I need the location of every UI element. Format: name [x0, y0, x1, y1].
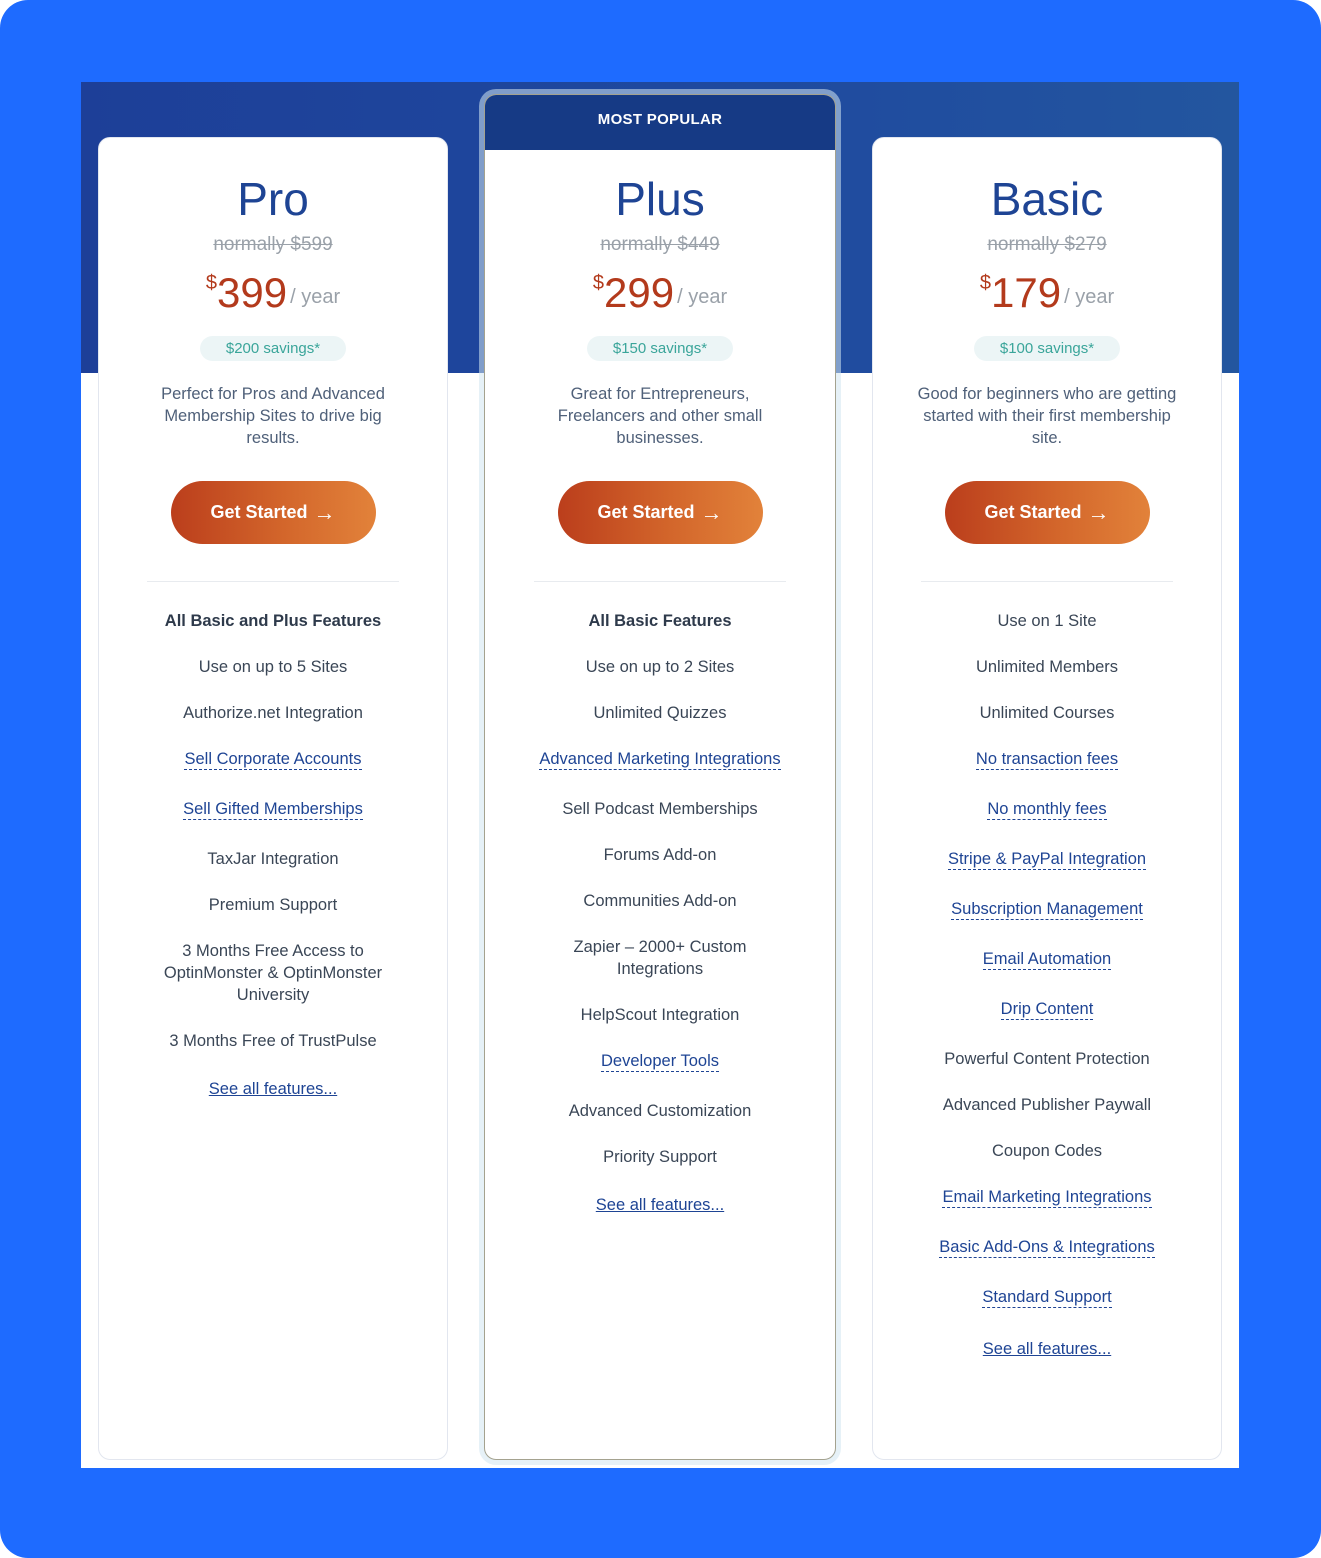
feature-tooltip-link[interactable]: Stripe & PayPal Integration	[947, 850, 1147, 870]
original-price: normally $279	[987, 234, 1107, 255]
arrow-right-icon: →	[313, 499, 336, 525]
feature-item: Priority Support	[603, 1148, 717, 1166]
plan-card-pro: Pro normally $599 $ 399 / year $200 savi…	[98, 137, 448, 1460]
feature-item: Advanced Customization	[568, 1102, 752, 1120]
feature-tooltip-link[interactable]: Subscription Management	[951, 900, 1143, 920]
plan-description: Great for Entrepreneurs, Freelancers and…	[557, 385, 763, 447]
original-price: normally $599	[213, 234, 333, 255]
feature-item: Unlimited Courses	[979, 704, 1115, 722]
feature-item: Authorize.net Integration	[183, 704, 363, 722]
feature-item: All Basic and Plus Features	[164, 612, 382, 630]
plan-description: Good for beginners who are getting start…	[917, 385, 1177, 447]
feature-item: All Basic Features	[588, 612, 732, 630]
feature-item: Use on up to 2 Sites	[585, 658, 735, 676]
feature-item-link[interactable]: Stripe & PayPal Integration	[922, 848, 1172, 870]
plan-card-basic: Basic normally $279 $ 179 / year $100 sa…	[872, 137, 1222, 1460]
feature-item-link[interactable]: Subscription Management	[922, 898, 1172, 920]
savings-badge: $100 savings*	[973, 336, 1121, 361]
most-popular-badge: MOST POPULAR	[485, 95, 835, 150]
feature-tooltip-link[interactable]: No transaction fees	[975, 750, 1119, 770]
feature-item-link[interactable]: Developer Tools	[535, 1050, 785, 1072]
feature-item: Premium Support	[208, 896, 338, 914]
feature-item: Use on up to 5 Sites	[198, 658, 348, 676]
price: $ 399 / year	[99, 270, 447, 318]
feature-tooltip-link[interactable]: Email Marketing Integrations	[942, 1188, 1152, 1208]
get-started-button[interactable]: Get Started →	[557, 481, 763, 544]
feature-item-link[interactable]: Email Automation	[922, 948, 1172, 970]
price-period: / year	[290, 286, 341, 308]
feature-tooltip-link[interactable]: Advanced Marketing Integrations	[539, 750, 781, 770]
feature-item-link[interactable]: Sell Corporate Accounts	[148, 748, 398, 770]
feature-item: 3 Months Free of TrustPulse	[169, 1032, 377, 1050]
page-frame: Pro normally $599 $ 399 / year $200 savi…	[0, 0, 1321, 1558]
see-all-features-link[interactable]: See all features...	[983, 1340, 1111, 1359]
feature-item: Unlimited Members	[975, 658, 1119, 676]
feature-list: All Basic Features Use on up to 2 Sites Un…	[485, 610, 835, 1168]
feature-item: TaxJar Integration	[207, 850, 339, 868]
divider	[921, 581, 1173, 582]
feature-item: Forums Add-on	[603, 846, 717, 864]
original-price: normally $449	[600, 234, 720, 255]
feature-item-link[interactable]: Sell Gifted Memberships	[148, 798, 398, 820]
see-all-features-link[interactable]: See all features...	[596, 1196, 724, 1215]
arrow-right-icon: →	[700, 499, 723, 525]
feature-item-link[interactable]: Email Marketing Integrations	[922, 1186, 1172, 1208]
price-period: / year	[1064, 286, 1115, 308]
feature-item: HelpScout Integration	[580, 1006, 740, 1024]
feature-item: Advanced Publisher Paywall	[942, 1096, 1152, 1114]
cta-label: Get Started	[984, 502, 1082, 522]
see-all-features-link[interactable]: See all features...	[209, 1080, 337, 1099]
cta-label: Get Started	[597, 502, 695, 522]
price: $ 299 / year	[485, 270, 835, 318]
feature-item: 3 Months Free Access to OptinMonster & O…	[163, 942, 383, 1004]
feature-item: Sell Podcast Memberships	[562, 800, 758, 818]
feature-item-link[interactable]: Drip Content	[922, 998, 1172, 1020]
feature-tooltip-link[interactable]: No monthly fees	[987, 800, 1107, 820]
divider	[147, 581, 399, 582]
feature-item-link[interactable]: No monthly fees	[922, 798, 1172, 820]
get-started-button[interactable]: Get Started →	[170, 481, 376, 544]
feature-item: Unlimited Quizzes	[593, 704, 727, 722]
plan-card-plus: MOST POPULAR Plus normally $449 $ 299 / …	[484, 94, 836, 1460]
price-amount: 179	[991, 269, 1062, 316]
feature-tooltip-link[interactable]: Developer Tools	[600, 1052, 719, 1072]
feature-tooltip-link[interactable]: Sell Gifted Memberships	[183, 800, 363, 820]
arrow-right-icon: →	[1087, 499, 1110, 525]
plan-description: Perfect for Pros and Advanced Membership…	[161, 385, 385, 447]
price-amount: 399	[217, 269, 288, 316]
currency-symbol: $	[979, 272, 991, 294]
price: $ 179 / year	[873, 270, 1221, 318]
divider	[534, 581, 786, 582]
currency-symbol: $	[592, 272, 604, 294]
feature-tooltip-link[interactable]: Drip Content	[1000, 1000, 1094, 1020]
feature-item: Zapier – 2000+ Custom Integrations	[573, 938, 747, 978]
feature-item-link[interactable]: Advanced Marketing Integrations	[535, 748, 785, 770]
feature-item-link[interactable]: Standard Support	[922, 1286, 1172, 1308]
feature-item: Communities Add-on	[583, 892, 737, 910]
feature-tooltip-link[interactable]: Standard Support	[982, 1288, 1112, 1308]
feature-tooltip-link[interactable]: Sell Corporate Accounts	[184, 750, 362, 770]
plan-name: Pro	[237, 173, 309, 225]
plan-name: Basic	[990, 173, 1104, 225]
feature-list: Use on 1 Site Unlimited Members Unlimited …	[873, 610, 1221, 1308]
feature-tooltip-link[interactable]: Basic Add-Ons & Integrations	[939, 1238, 1155, 1258]
feature-list: All Basic and Plus Features Use on up to …	[99, 610, 447, 1052]
feature-tooltip-link[interactable]: Email Automation	[982, 950, 1112, 970]
feature-item: Powerful Content Protection	[944, 1050, 1150, 1068]
feature-item: Use on 1 Site	[997, 612, 1097, 630]
currency-symbol: $	[205, 272, 217, 294]
feature-item: Coupon Codes	[991, 1142, 1103, 1160]
price-period: / year	[677, 286, 728, 308]
price-amount: 299	[604, 269, 675, 316]
cta-label: Get Started	[210, 502, 308, 522]
plan-name: Plus	[615, 173, 705, 225]
get-started-button[interactable]: Get Started →	[944, 481, 1150, 544]
savings-badge: $150 savings*	[586, 336, 734, 361]
savings-badge: $200 savings*	[199, 336, 347, 361]
pricing-section: Pro normally $599 $ 399 / year $200 savi…	[81, 82, 1239, 1468]
feature-item-link[interactable]: No transaction fees	[922, 748, 1172, 770]
feature-item-link[interactable]: Basic Add-Ons & Integrations	[922, 1236, 1172, 1258]
